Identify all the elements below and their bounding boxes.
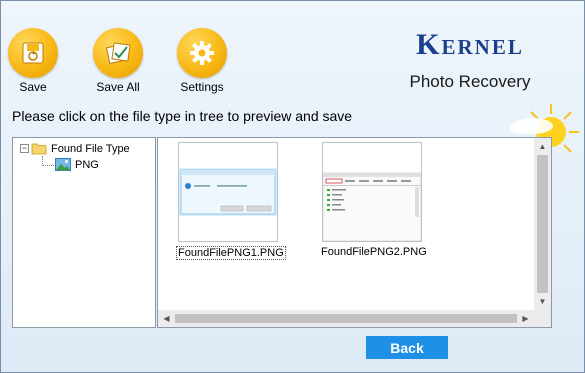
folder-icon — [31, 143, 47, 155]
vertical-scrollbar[interactable]: ▲ ▼ — [534, 138, 551, 310]
scroll-right-icon[interactable]: ▶ — [517, 310, 534, 327]
tree-node-found-file-type[interactable]: − Found File Type — [20, 142, 130, 155]
save-button[interactable]: Save — [0, 28, 68, 94]
save-icon — [8, 28, 58, 78]
settings-button[interactable]: Settings — [167, 28, 237, 94]
scroll-down-icon[interactable]: ▼ — [534, 293, 551, 310]
save-all-label: Save All — [96, 80, 140, 94]
horizontal-scrollbar[interactable]: ◀ ▶ — [158, 310, 534, 327]
scroll-left-icon[interactable]: ◀ — [158, 310, 175, 327]
thumbnail-2-label[interactable]: FoundFilePNG2.PNG — [321, 246, 427, 258]
horizontal-scroll-thumb[interactable] — [175, 314, 517, 323]
gear-icon — [177, 28, 227, 78]
thumbnail-2[interactable] — [322, 142, 422, 242]
settings-label: Settings — [180, 80, 224, 94]
tree-connector — [42, 156, 54, 166]
thumbnail-1-label[interactable]: FoundFilePNG1.PNG — [176, 246, 286, 260]
thumbnail-2-image — [322, 143, 422, 242]
scroll-up-icon[interactable]: ▲ — [534, 138, 551, 155]
save-label: Save — [19, 80, 47, 94]
scroll-corner — [534, 310, 551, 327]
tree-root-label: Found File Type — [51, 142, 130, 155]
logo-brand: Kernel — [416, 28, 524, 61]
save-all-button[interactable]: Save All — [83, 28, 153, 94]
tree-collapse-toggle[interactable]: − — [20, 144, 29, 153]
thumbnail-1[interactable] — [178, 142, 278, 242]
thumbnail-1-image — [179, 143, 277, 241]
instruction-text: Please click on the file type in tree to… — [12, 108, 353, 124]
back-button[interactable]: Back — [366, 336, 448, 359]
image-icon — [55, 158, 71, 171]
tree-child-label: PNG — [75, 158, 99, 171]
tree-node-png[interactable]: PNG — [55, 158, 99, 171]
logo-product-name: Photo Recovery — [409, 72, 531, 91]
save-all-icon — [93, 28, 143, 78]
vertical-scroll-thumb[interactable] — [537, 155, 548, 293]
